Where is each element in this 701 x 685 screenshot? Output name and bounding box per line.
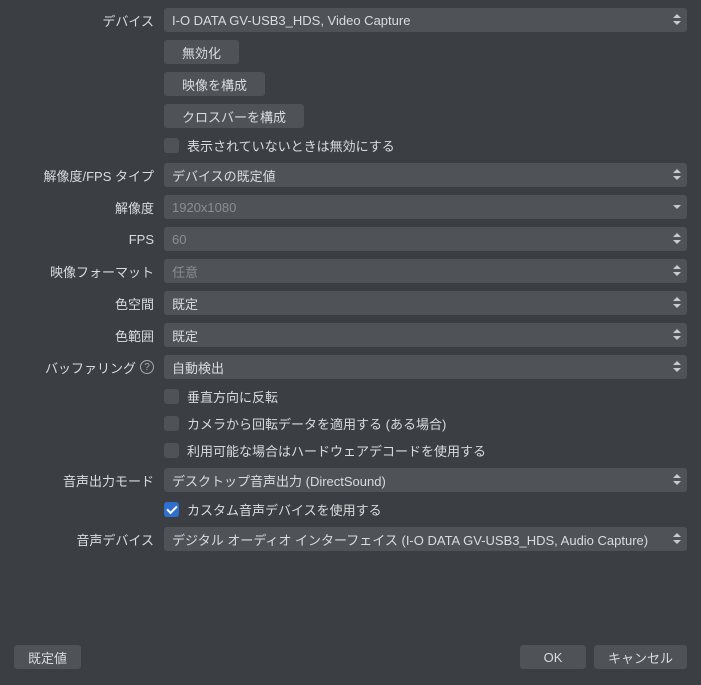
device-label: デバイス <box>14 11 164 30</box>
chevron-down-icon <box>673 205 681 209</box>
configure-video-button[interactable]: 映像を構成 <box>164 72 265 96</box>
use-custom-audio-label: カスタム音声デバイスを使用する <box>187 500 382 519</box>
ok-button[interactable]: OK <box>520 645 586 669</box>
chevron-updown-icon <box>673 474 681 486</box>
resolution-label: 解像度 <box>14 198 164 217</box>
chevron-updown-icon <box>673 14 681 26</box>
flip-vertical-checkbox[interactable] <box>164 389 179 404</box>
chevron-updown-icon <box>673 329 681 341</box>
audio-device-label: 音声デバイス <box>14 530 164 549</box>
fps-value: 60 <box>172 232 661 247</box>
audio-out-mode-value: デスクトップ音声出力 (DirectSound) <box>172 471 661 490</box>
audio-device-value: デジタル オーディオ インターフェイス (I-O DATA GV-USB3_HD… <box>172 530 661 549</box>
disable-when-not-showing-label: 表示されていないときは無効にする <box>187 136 395 155</box>
device-value: I-O DATA GV-USB3_HDS, Video Capture <box>172 13 661 28</box>
color-space-select[interactable]: 既定 <box>164 291 687 315</box>
color-space-value: 既定 <box>172 294 661 313</box>
use-custom-audio-checkbox[interactable] <box>164 502 179 517</box>
audio-device-select[interactable]: デジタル オーディオ インターフェイス (I-O DATA GV-USB3_HD… <box>164 527 687 551</box>
configure-crossbar-button[interactable]: クロスバーを構成 <box>164 104 304 128</box>
chevron-updown-icon <box>673 169 681 181</box>
resolution-value: 1920x1080 <box>172 200 661 215</box>
res-fps-type-label: 解像度/FPS タイプ <box>14 166 164 185</box>
video-format-value: 任意 <box>172 262 661 281</box>
audio-out-mode-label: 音声出力モード <box>14 471 164 490</box>
use-hw-decode-label: 利用可能な場合はハードウェアデコードを使用する <box>187 441 486 460</box>
res-fps-type-select[interactable]: デバイスの既定値 <box>164 163 687 187</box>
video-format-select[interactable]: 任意 <box>164 259 687 283</box>
cancel-button[interactable]: キャンセル <box>594 645 687 669</box>
res-fps-type-value: デバイスの既定値 <box>172 166 661 185</box>
color-range-value: 既定 <box>172 326 661 345</box>
chevron-updown-icon <box>673 233 681 245</box>
chevron-updown-icon <box>673 361 681 373</box>
fps-label: FPS <box>14 232 164 247</box>
buffering-label: バッファリング <box>14 358 164 377</box>
color-space-label: 色空間 <box>14 294 164 313</box>
chevron-updown-icon <box>673 297 681 309</box>
buffering-select[interactable]: 自動検出 <box>164 355 687 379</box>
apply-rotation-label: カメラから回転データを適用する (ある場合) <box>187 414 446 433</box>
deactivate-button[interactable]: 無効化 <box>164 40 239 64</box>
video-format-label: 映像フォーマット <box>14 262 164 281</box>
apply-rotation-checkbox[interactable] <box>164 416 179 431</box>
color-range-select[interactable]: 既定 <box>164 323 687 347</box>
use-hw-decode-checkbox[interactable] <box>164 443 179 458</box>
color-range-label: 色範囲 <box>14 326 164 345</box>
defaults-button[interactable]: 既定値 <box>14 645 81 669</box>
device-select[interactable]: I-O DATA GV-USB3_HDS, Video Capture <box>164 8 687 32</box>
chevron-updown-icon <box>673 533 681 545</box>
audio-out-mode-select[interactable]: デスクトップ音声出力 (DirectSound) <box>164 468 687 492</box>
fps-select[interactable]: 60 <box>164 227 687 251</box>
buffering-value: 自動検出 <box>172 358 661 377</box>
resolution-select[interactable]: 1920x1080 <box>164 195 687 219</box>
help-icon[interactable] <box>140 360 154 374</box>
disable-when-not-showing-checkbox[interactable] <box>164 138 179 153</box>
chevron-updown-icon <box>673 265 681 277</box>
flip-vertical-label: 垂直方向に反転 <box>187 387 278 406</box>
